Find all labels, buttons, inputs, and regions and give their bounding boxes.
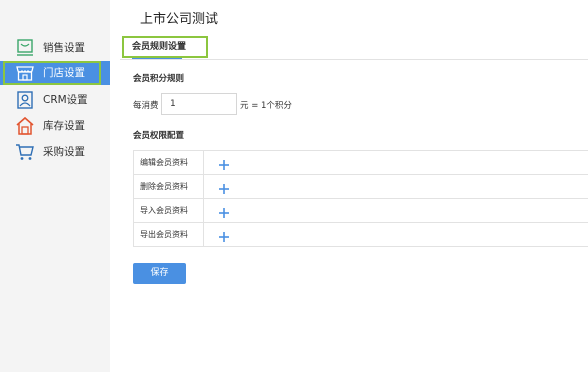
table-row: 删除会员资料: [133, 175, 588, 199]
add-icon[interactable]: [218, 228, 230, 242]
sidebar-item-store[interactable]: 门店设置: [0, 61, 110, 85]
sidebar-item-label: 库存设置: [43, 120, 85, 132]
points-amount-input[interactable]: 1: [161, 93, 237, 115]
permission-label: 导入会员资料: [134, 199, 204, 222]
points-prefix-label: 每消费: [133, 101, 159, 111]
add-icon[interactable]: [218, 156, 230, 170]
table-row: 编辑会员资料: [133, 151, 588, 175]
add-icon[interactable]: [218, 180, 230, 194]
permission-label: 删除会员资料: [134, 175, 204, 198]
table-row: 导出会员资料: [133, 223, 588, 247]
add-icon[interactable]: [218, 204, 230, 218]
permission-label: 导出会员资料: [134, 223, 204, 246]
sidebar-item-label: 门店设置: [43, 67, 85, 79]
points-suffix-label: 元 = 1个积分: [240, 101, 292, 111]
sidebar-item-purchase[interactable]: 采购设置: [0, 140, 110, 164]
sidebar-item-label: CRM设置: [43, 94, 88, 106]
sidebar: 销售设置 门店设置 CRM设置 库存设置 采购设置: [0, 0, 110, 372]
sidebar-item-sales[interactable]: 销售设置: [0, 36, 110, 60]
monitor-icon: [15, 38, 35, 58]
sidebar-item-label: 采购设置: [43, 146, 85, 158]
user-card-icon: [15, 90, 35, 110]
main-content: 上市公司测试 会员规则设置 会员积分规则 每消费 1 元 = 1个积分 会员权限…: [110, 0, 588, 372]
cart-icon: [15, 142, 35, 162]
table-row: 导入会员资料: [133, 199, 588, 223]
points-rule-title: 会员积分规则: [133, 74, 185, 84]
warehouse-icon: [15, 116, 35, 136]
save-button[interactable]: 保存: [133, 263, 186, 284]
permissions-table: 编辑会员资料 删除会员资料 导入会员资料 导出会员资料: [133, 150, 588, 247]
store-icon: [15, 63, 35, 83]
sidebar-item-label: 销售设置: [43, 42, 85, 54]
page-title: 上市公司测试: [140, 12, 219, 27]
sidebar-item-crm[interactable]: CRM设置: [0, 88, 110, 112]
sidebar-item-inventory[interactable]: 库存设置: [0, 114, 110, 138]
permissions-title: 会员权限配置: [133, 131, 185, 141]
tabs-divider: [120, 59, 588, 60]
permission-label: 编辑会员资料: [134, 151, 204, 174]
